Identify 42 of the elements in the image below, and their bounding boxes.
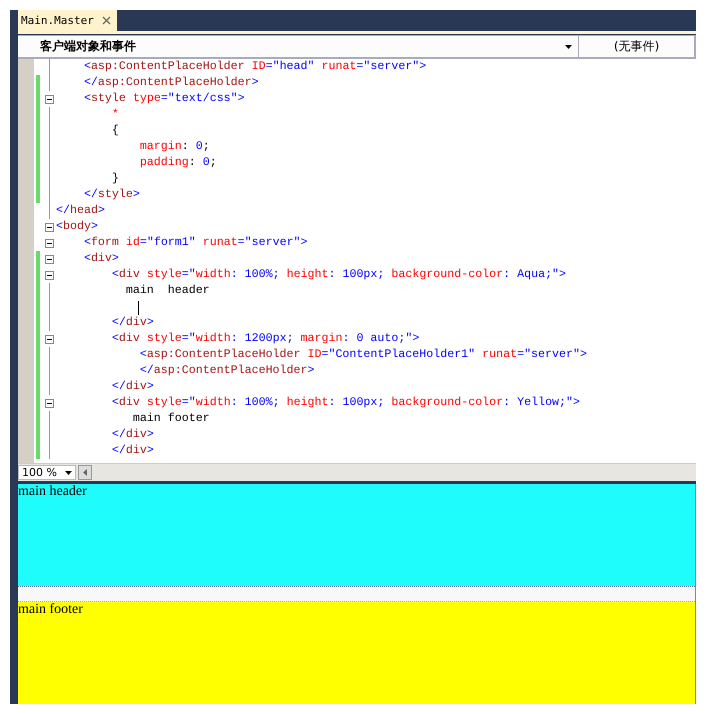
document-tab[interactable]: Main.Master (18, 10, 117, 31)
code-line: </asp:ContentPlaceHolder> (82, 75, 259, 91)
code-line: main header (124, 283, 210, 299)
collapse-icon[interactable] (45, 239, 54, 248)
code-line: main footer (132, 411, 210, 427)
code-line: <asp:ContentPlaceHolder ID="ContentPlaceHolder1" runat="server"> (138, 347, 587, 363)
code-line: * (110, 107, 119, 123)
code-line: </asp:ContentPlaceHolder> (138, 363, 314, 379)
code-line: } (110, 171, 119, 187)
code-line: </div> (110, 443, 154, 459)
code-line: <div style="width: 1200px; margin: 0 auto;"> (110, 331, 420, 347)
header-text: main header (18, 484, 87, 499)
code-line: <form id="form1" runat="server"> (82, 235, 308, 251)
collapse-icon[interactable] (45, 95, 54, 104)
code-line: padding: 0; (138, 155, 217, 171)
code-line: <div style="width: 100%; height: 100px; background-color: Aqua;"> (110, 267, 566, 283)
collapse-icon[interactable] (45, 399, 54, 408)
footer-text: main footer (18, 602, 83, 617)
collapse-icon[interactable] (45, 255, 54, 264)
dropdown-arrow-icon (565, 44, 572, 48)
event-dropdown[interactable]: (无事件) (579, 36, 695, 57)
code-line: </div> (110, 427, 154, 443)
scroll-left-button[interactable] (78, 465, 92, 480)
dropdown-arrow-icon (65, 470, 72, 474)
code-line: <div style="width: 100%; height: 100px; background-color: Yellow;"> (110, 395, 580, 411)
code-line: </style> (82, 187, 140, 203)
close-icon[interactable] (102, 16, 111, 25)
code-line: { (110, 123, 119, 139)
code-line: <style type="text/css"> (82, 91, 245, 107)
collapse-icon[interactable] (45, 335, 54, 344)
code-line: <asp:ContentPlaceHolder ID="head" runat="server"> (82, 59, 426, 75)
collapse-icon[interactable] (45, 271, 54, 280)
collapse-icon[interactable] (45, 223, 54, 232)
zoom-dropdown[interactable]: 100 % (18, 465, 76, 480)
code-line: </div> (110, 379, 154, 395)
code-line: </div> (110, 315, 154, 331)
object-dropdown[interactable]: 客户端对象和事件 (18, 36, 580, 57)
code-line: <div> (82, 251, 119, 267)
left-arrow-icon (83, 469, 87, 476)
code-line: <body> (56, 219, 98, 235)
code-line: </head> (56, 203, 105, 219)
code-line: margin: 0; (138, 139, 210, 155)
